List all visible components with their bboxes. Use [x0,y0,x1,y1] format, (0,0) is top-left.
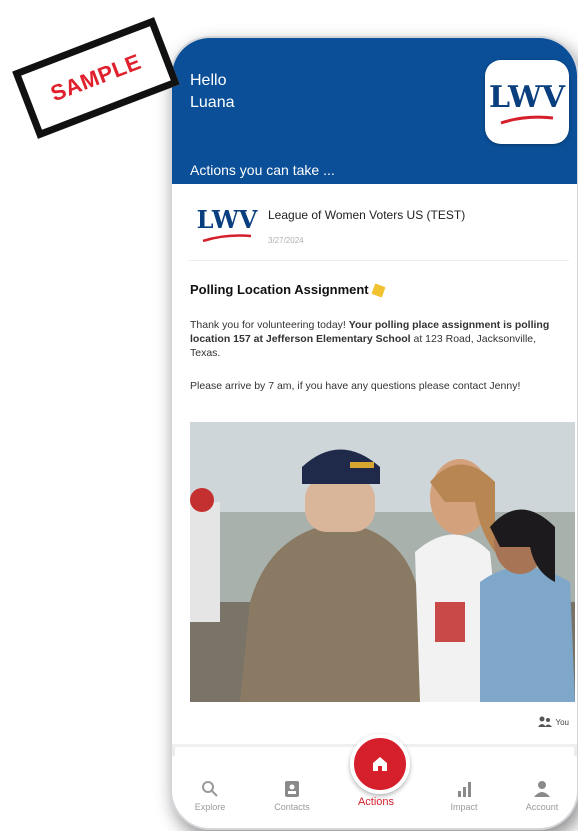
greeting: Hello [190,72,227,89]
user-name: Luana [190,94,235,111]
app-header: Hello Luana Actions you can take ... LWV [172,38,577,184]
action-feed[interactable]: LWV League of Women Voters US (TEST) 3/2… [172,184,577,744]
home-icon [373,757,387,771]
tab-actions[interactable]: Actions [344,796,408,808]
lwv-logo-text: LWV [488,79,566,115]
people-icon [537,716,552,727]
org-logo-swoosh-icon [202,233,252,242]
contacts-icon [285,781,299,797]
post-title: Polling Location Assignment [190,282,386,298]
share-label: You [555,717,570,727]
tab-contacts-label: Contacts [274,802,310,812]
tab-impact-label: Impact [450,802,478,812]
tab-impact[interactable]: Impact [432,780,496,812]
divider [188,260,569,261]
tab-contacts[interactable]: Contacts [260,780,324,812]
bottom-tab-bar: Explore Contacts Actions Impact Account [172,734,577,828]
post-body: Thank you for volunteering today! Your p… [190,318,566,360]
photo-illustration [190,422,575,702]
phone-frame: Hello Luana Actions you can take ... LWV… [170,36,578,830]
tab-explore-label: Explore [194,802,226,812]
tab-account[interactable]: Account [510,780,574,812]
org-logo: LWV [188,200,266,246]
pencil-icon [371,283,386,298]
tab-explore[interactable]: Explore [178,780,242,812]
post-body-intro: Thank you for volunteering today! [190,319,349,331]
tab-actions-label: Actions [357,796,395,808]
search-icon [202,781,218,797]
sample-stamp: SAMPLE [12,17,180,139]
post-title-text: Polling Location Assignment [190,282,369,297]
sample-stamp-label: SAMPLE [47,48,145,107]
post-photo[interactable] [190,422,575,702]
user-icon [534,781,550,797]
org-name[interactable]: League of Women Voters US (TEST) [268,208,465,222]
lwv-logo: LWV [485,60,569,144]
org-logo-text: LWV [196,204,258,234]
logo-swoosh-icon [500,115,554,124]
post-body-second: Please arrive by 7 am, if you have any q… [190,380,521,392]
post-header: LWV [188,200,266,246]
post-date: 3/27/2024 [268,236,304,245]
tab-account-label: Account [525,802,559,812]
section-title: Actions you can take ... [190,162,335,178]
share-row[interactable]: You [537,716,570,728]
actions-home-button[interactable] [350,734,410,794]
bar-chart-icon [458,782,471,797]
